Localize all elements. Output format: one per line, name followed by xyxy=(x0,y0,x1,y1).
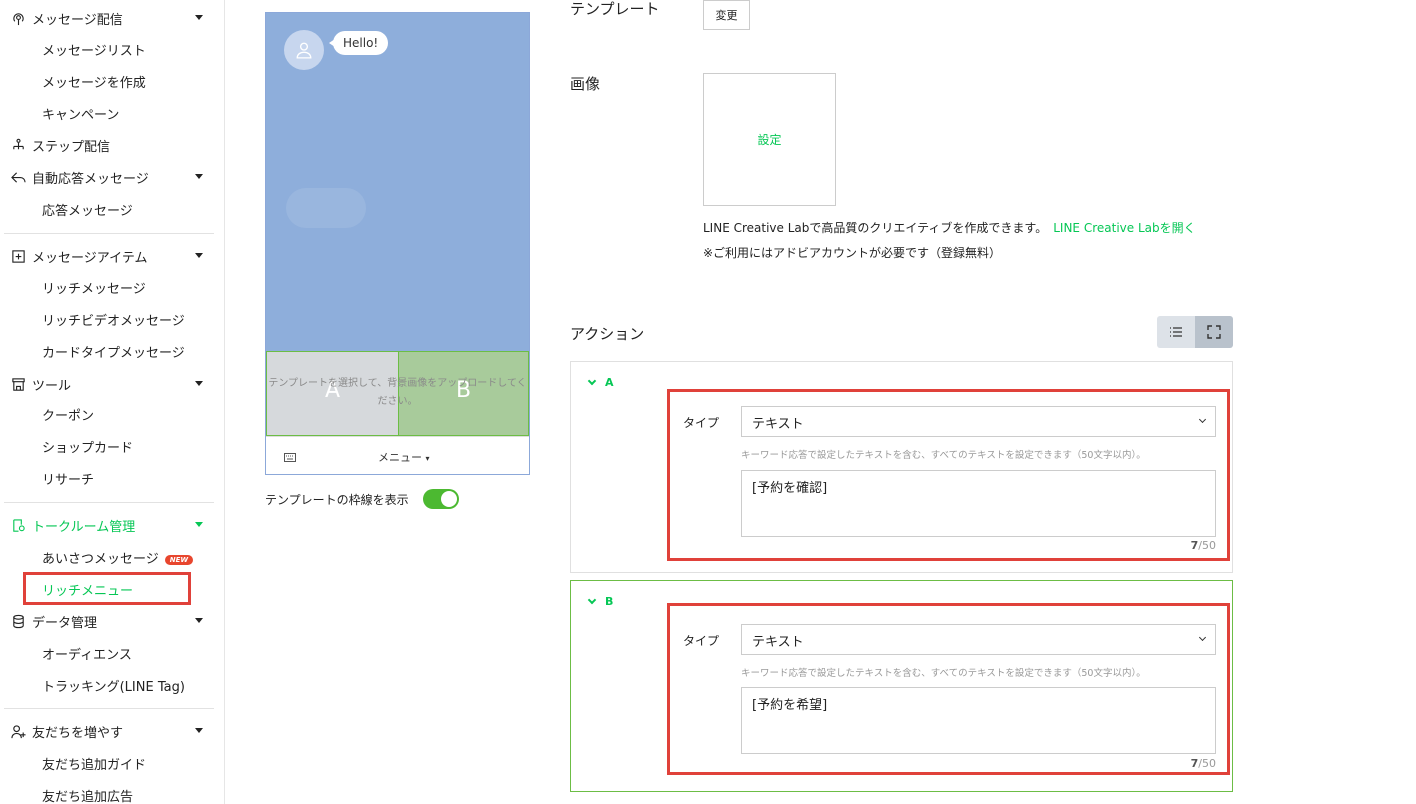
divider xyxy=(4,233,214,234)
rich-menu-preview: Hello! A B テンプレートを選択して、背景画像をアップロードしてください… xyxy=(265,12,530,475)
sidebar-item-card-message[interactable]: カードタイプメッセージ xyxy=(42,342,185,361)
chevron-down-icon xyxy=(195,522,203,527)
chat-bubble: Hello! xyxy=(328,31,389,55)
chevron-down-icon xyxy=(195,381,203,386)
sidebar-group-message-items[interactable]: メッセージアイテム xyxy=(10,247,215,266)
sidebar-item-campaign[interactable]: キャンペーン xyxy=(42,104,119,123)
sidebar-item-reply-message[interactable]: 応答メッセージ xyxy=(42,200,133,219)
image-upload-box[interactable]: 設定 xyxy=(703,73,836,206)
add-user-icon xyxy=(10,724,26,740)
sidebar-item-coupon[interactable]: クーポン xyxy=(42,405,94,424)
action-key: B xyxy=(605,595,614,608)
chat-menu-bar: メニュー ▾ xyxy=(266,436,529,474)
sidebar-group-grow-friends[interactable]: 友だちを増やす xyxy=(10,722,215,741)
sidebar-group-step-delivery[interactable]: ステップ配信 xyxy=(10,136,215,155)
template-border-toggle-row: テンプレートの枠線を表示 xyxy=(265,489,459,509)
flow-icon xyxy=(10,138,26,154)
new-badge: NEW xyxy=(164,554,194,565)
sidebar-group-tools[interactable]: ツール xyxy=(10,375,215,394)
background-decoration xyxy=(286,188,366,228)
sidebar-group-label: データ管理 xyxy=(32,616,98,631)
creative-note-text: LINE Creative Labで高品質のクリエイティブを作成できます。 xyxy=(703,221,1048,235)
highlight-action-b xyxy=(667,603,1230,775)
chevron-down-icon xyxy=(195,253,203,258)
change-template-button[interactable]: 変更 xyxy=(703,0,750,30)
sidebar-group-label: メッセージアイテム xyxy=(32,251,148,266)
chevron-down-icon xyxy=(195,728,203,733)
action-a-header[interactable]: A xyxy=(587,376,614,389)
chevron-down-icon xyxy=(195,618,203,623)
sidebar-item-audience[interactable]: オーディエンス xyxy=(42,644,132,663)
highlight-rich-menu xyxy=(23,572,191,605)
action-b-header[interactable]: B xyxy=(587,595,614,608)
sidebar-item-message-list[interactable]: メッセージリスト xyxy=(42,40,146,59)
rich-menu-area: A B テンプレートを選択して、背景画像をアップロードしてください。 xyxy=(266,351,529,436)
user-icon xyxy=(296,42,312,59)
sidebar-item-create-message[interactable]: メッセージを作成 xyxy=(42,72,146,91)
sidebar-item-greeting-message[interactable]: あいさつメッセージ NEW xyxy=(42,548,194,567)
store-icon xyxy=(10,377,26,393)
template-border-toggle[interactable] xyxy=(422,489,459,509)
template-label: テンプレート xyxy=(570,0,660,18)
creative-lab-link[interactable]: LINE Creative Labを開く xyxy=(1053,221,1195,235)
broadcast-icon xyxy=(10,11,26,27)
creative-lab-note: LINE Creative Labで高品質のクリエイティブを作成できます。 LIN… xyxy=(703,219,1196,236)
keyboard-icon[interactable] xyxy=(284,451,296,466)
sidebar-group-label: 友だちを増やす xyxy=(32,726,124,741)
database-icon xyxy=(10,614,26,630)
sidebar-group-label: ステップ配信 xyxy=(32,140,111,155)
sidebar-item-tracking[interactable]: トラッキング(LINE Tag) xyxy=(42,676,185,695)
view-switch xyxy=(1157,316,1233,348)
sidebar-item-label: あいさつメッセージ xyxy=(42,552,159,567)
adobe-account-note: ※ご利用にはアドビアカウントが必要です（登録無料） xyxy=(703,246,1002,260)
sidebar-group-message-delivery[interactable]: メッセージ配信 xyxy=(10,9,215,28)
sidebar-group-talk-room[interactable]: トークルーム管理 xyxy=(10,516,215,535)
chat-settings-icon xyxy=(10,518,26,534)
sidebar: メッセージ配信 メッセージリスト メッセージを作成 キャンペーン ステップ配信 … xyxy=(0,0,225,804)
divider xyxy=(4,708,214,709)
avatar xyxy=(284,30,324,70)
sidebar-group-label: ツール xyxy=(32,379,72,394)
chevron-down-icon xyxy=(195,174,203,179)
sidebar-item-research[interactable]: リサーチ xyxy=(42,469,94,488)
set-image-link[interactable]: 設定 xyxy=(757,131,781,148)
caret-down-icon: ▾ xyxy=(425,454,430,463)
sidebar-item-shop-card[interactable]: ショップカード xyxy=(42,437,133,456)
chevron-down-icon xyxy=(587,376,597,386)
list-icon xyxy=(1170,327,1182,337)
menu-hint: テンプレートを選択して、背景画像をアップロードしてください。 xyxy=(268,378,527,407)
sidebar-group-auto-reply[interactable]: 自動応答メッセージ xyxy=(10,168,215,187)
sidebar-group-data[interactable]: データ管理 xyxy=(10,612,215,631)
plus-square-icon xyxy=(10,249,26,265)
sidebar-group-label: メッセージ配信 xyxy=(32,13,123,28)
sidebar-group-label: 自動応答メッセージ xyxy=(32,172,149,187)
divider xyxy=(4,502,214,503)
expand-view-button[interactable] xyxy=(1195,316,1233,348)
list-view-button[interactable] xyxy=(1157,316,1195,348)
highlight-action-a xyxy=(667,389,1230,561)
action-label: アクション xyxy=(570,325,645,343)
menu-bar-label[interactable]: メニュー ▾ xyxy=(378,449,430,465)
menu-bar-text: メニュー xyxy=(378,451,422,464)
action-key: A xyxy=(605,376,614,389)
sidebar-item-rich-video-message[interactable]: リッチビデオメッセージ xyxy=(42,310,185,329)
sidebar-item-friend-ads[interactable]: 友だち追加広告 xyxy=(42,786,133,804)
chevron-down-icon xyxy=(195,15,203,20)
sidebar-group-label: トークルーム管理 xyxy=(32,520,136,535)
reply-icon xyxy=(10,170,26,186)
chevron-down-icon xyxy=(587,595,597,605)
sidebar-item-rich-message[interactable]: リッチメッセージ xyxy=(42,278,146,297)
sidebar-item-friend-guide[interactable]: 友だち追加ガイド xyxy=(42,754,146,773)
expand-icon xyxy=(1207,325,1221,339)
toggle-label: テンプレートの枠線を表示 xyxy=(265,492,409,507)
image-label: 画像 xyxy=(570,75,601,93)
